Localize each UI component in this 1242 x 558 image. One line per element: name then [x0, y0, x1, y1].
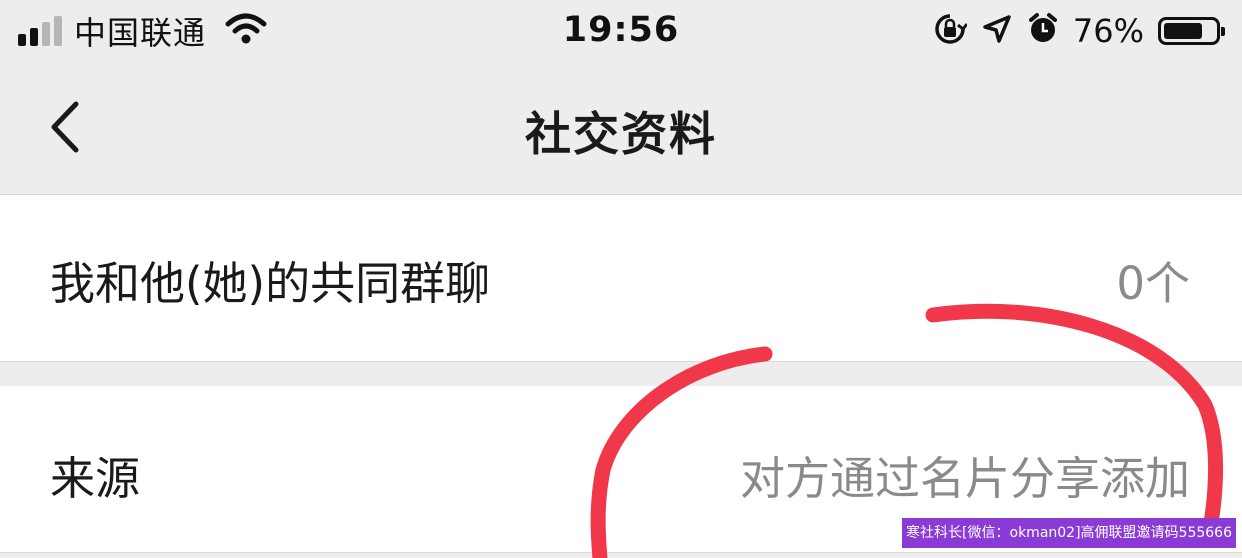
row-divider: [0, 552, 1242, 553]
alarm-icon: [1027, 12, 1059, 50]
orientation-lock-icon: [933, 12, 969, 50]
battery-fill: [1164, 23, 1202, 39]
battery-icon: [1158, 17, 1225, 45]
watermark: 寒社科长[微信：okman02]高佣联盟邀请码555666: [902, 518, 1236, 548]
status-bar: 中国联通 19:56 76%: [0, 0, 1242, 62]
common-groups-row[interactable]: 我和他(她)的共同群聊 0个: [0, 195, 1242, 361]
common-groups-value: 0个: [1116, 257, 1190, 310]
source-label: 来源: [50, 452, 141, 505]
page-title: 社交资料: [525, 107, 717, 161]
battery-percent: 76%: [1072, 12, 1144, 50]
nav-bar: 社交资料: [0, 62, 1242, 194]
status-right: 76%: [933, 10, 1225, 52]
location-icon: [981, 13, 1013, 49]
common-groups-label: 我和他(她)的共同群聊: [50, 257, 491, 310]
source-value: 对方通过名片分享添加: [739, 452, 1190, 505]
section-divider: [0, 361, 1242, 362]
